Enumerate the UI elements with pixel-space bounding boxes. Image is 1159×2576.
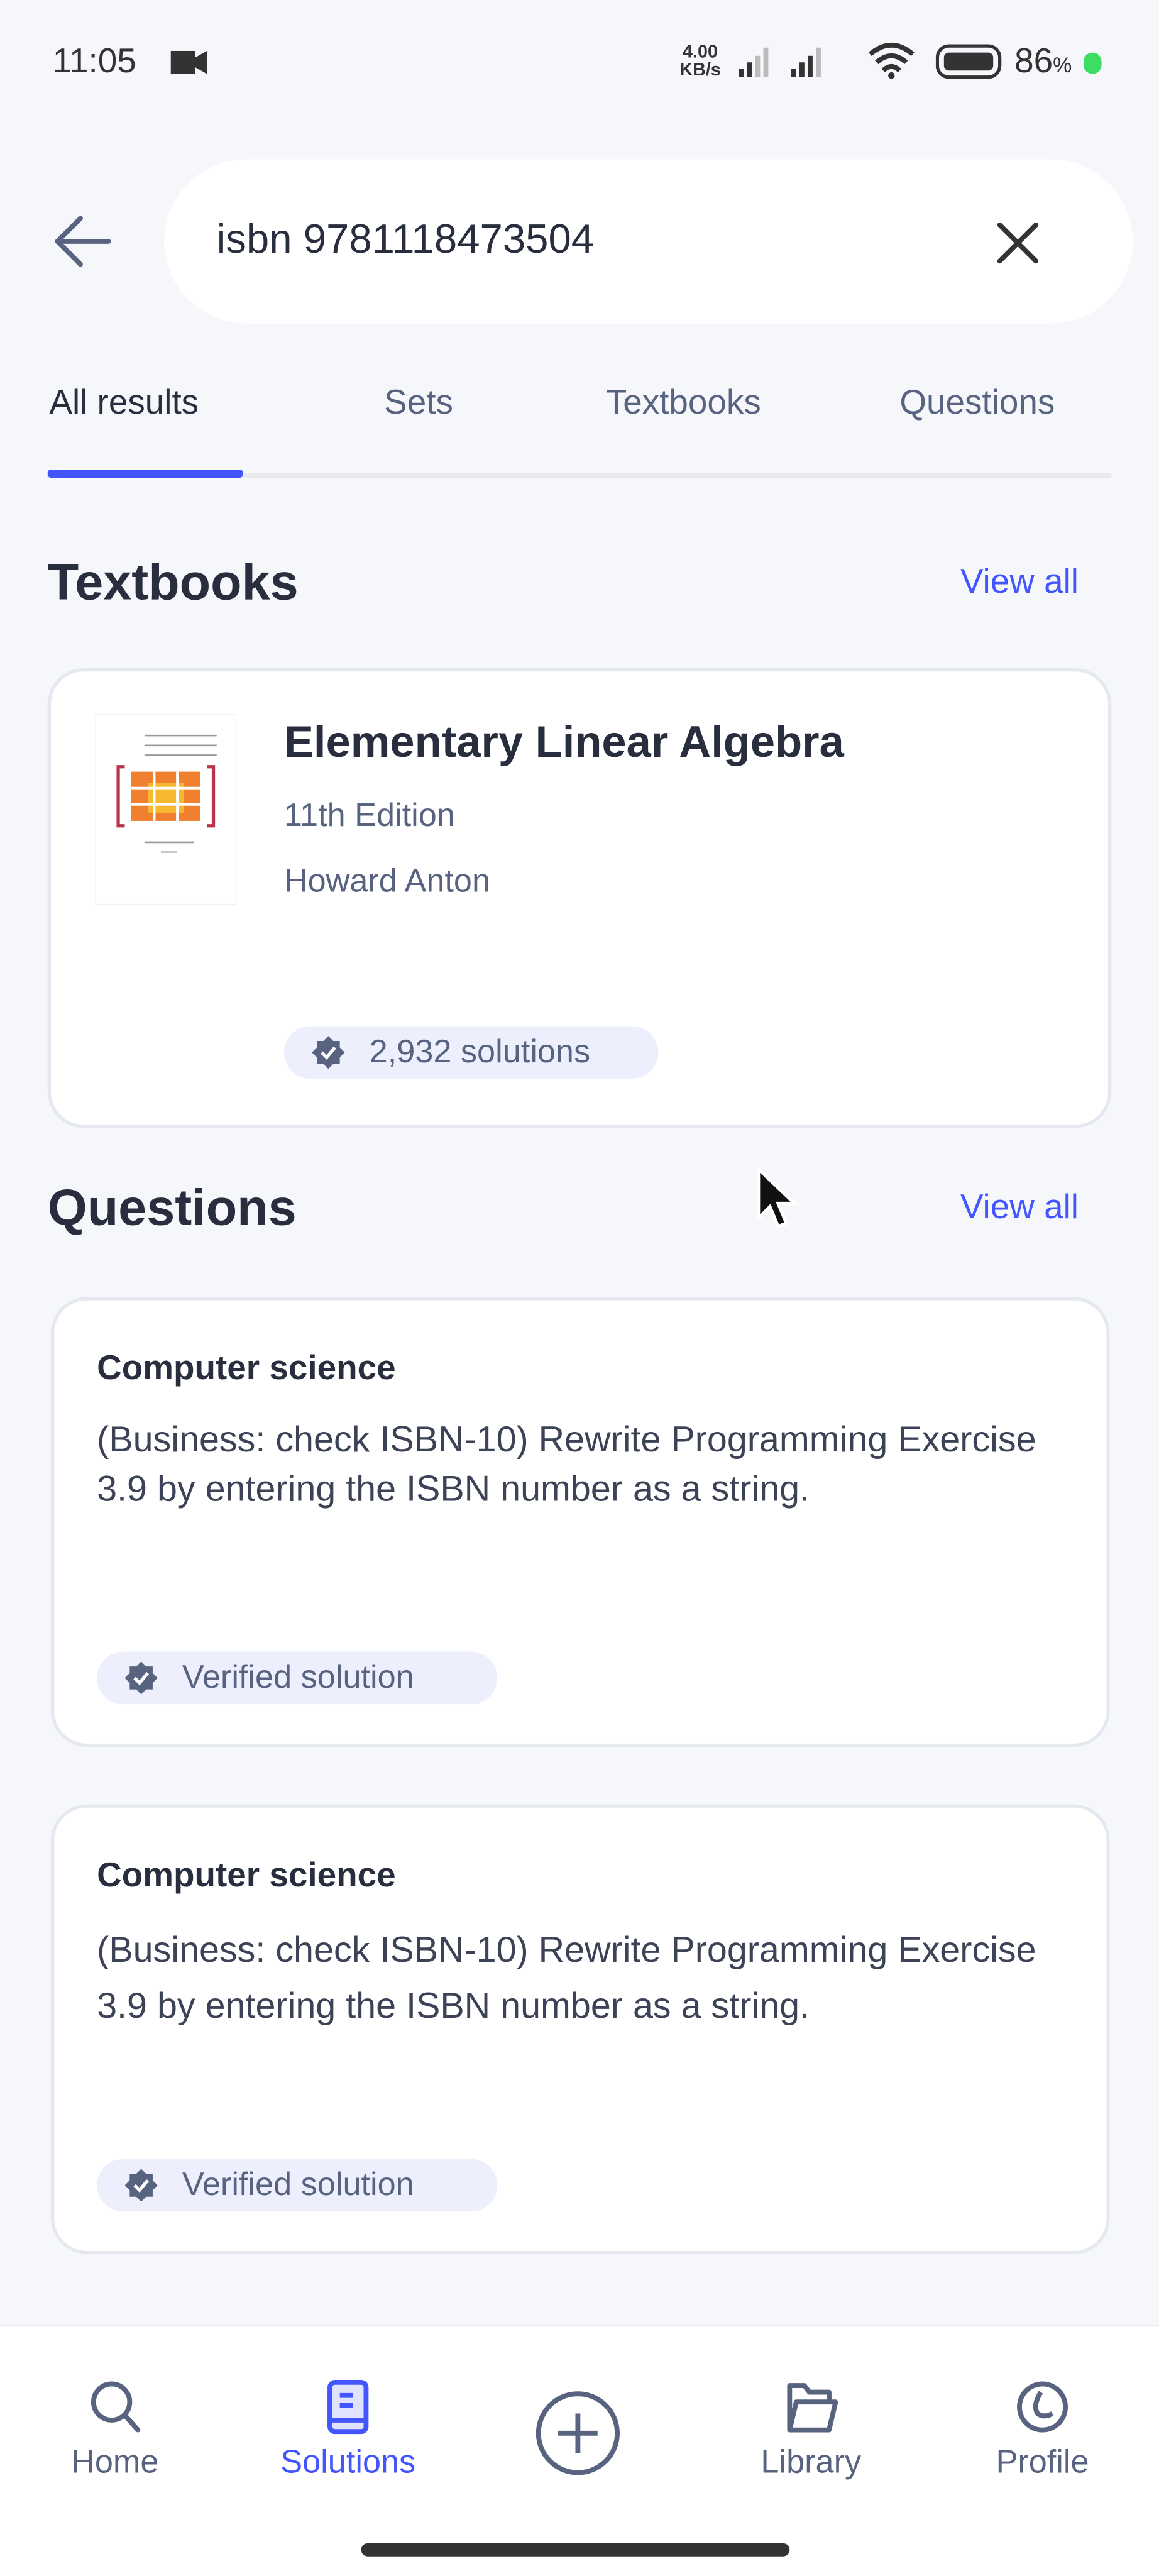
textbooks-view-all[interactable]: View all <box>960 563 1079 603</box>
nav-library-label: Library <box>761 2445 862 2481</box>
signal-icon <box>739 47 821 77</box>
question-card[interactable]: Computer science (Business: check ISBN-1… <box>50 1297 1110 1748</box>
tab-all-results[interactable]: All results <box>49 384 199 424</box>
question-text: (Business: check ISBN-10) Rewrite Progra… <box>97 1929 1036 2027</box>
question-text: (Business: check ISBN-10) Rewrite Progra… <box>97 1418 1036 1509</box>
active-tab-indicator <box>47 470 243 478</box>
profile-icon <box>1017 2381 1068 2433</box>
mouse-cursor-icon <box>757 1165 799 1229</box>
book-icon <box>327 2379 369 2435</box>
folder-icon <box>787 2383 838 2433</box>
home-indicator[interactable] <box>361 2543 790 2557</box>
nav-solutions[interactable]: Solutions <box>250 2379 446 2483</box>
textbook-card[interactable]: Elementary Linear Algebra 11th Edition H… <box>47 668 1112 1128</box>
search-bar <box>164 159 1133 324</box>
search-icon <box>91 2381 141 2433</box>
question-subject: Computer science <box>97 1857 396 1895</box>
nav-solutions-label: Solutions <box>280 2445 416 2481</box>
solutions-count: 2,932 solutions <box>369 1033 591 1070</box>
textbooks-heading: Textbooks <box>47 553 299 611</box>
battery-percent: 86% <box>1014 42 1072 80</box>
nav-home[interactable]: Home <box>16 2379 213 2483</box>
bottom-nav: Home Solutions Library Profile <box>0 2325 1159 2576</box>
close-icon[interactable] <box>995 220 1041 266</box>
arrow-left-icon[interactable] <box>53 214 112 270</box>
verified-label: Verified solution <box>182 2166 414 2203</box>
tab-textbooks[interactable]: Textbooks <box>606 384 761 424</box>
questions-heading: Questions <box>47 1179 297 1236</box>
nav-profile[interactable]: Profile <box>944 2379 1141 2483</box>
textbook-author: Howard Anton <box>283 863 491 900</box>
question-card[interactable]: Computer science (Business: check ISBN-1… <box>50 1804 1110 2255</box>
screen: 11:05 4.00KB/s 86% All results Sets Text… <box>0 0 1159 2576</box>
verified-icon <box>124 2169 158 2202</box>
verified-badge: Verified solution <box>97 1651 498 1705</box>
status-time: 11:05 <box>52 42 136 80</box>
questions-view-all[interactable]: View all <box>960 1189 1079 1228</box>
tab-questions[interactable]: Questions <box>899 384 1055 424</box>
solutions-badge: 2,932 solutions <box>283 1026 659 1079</box>
video-record-icon <box>170 50 207 74</box>
verified-label: Verified solution <box>182 1659 414 1695</box>
tab-sets[interactable]: Sets <box>384 384 453 424</box>
net-speed: 4.00 KB/s <box>679 42 721 80</box>
verified-icon <box>124 1661 158 1695</box>
nav-home-label: Home <box>71 2445 159 2481</box>
textbook-edition: 11th Edition <box>283 798 455 834</box>
plus-circle-icon <box>536 2391 620 2475</box>
nav-library[interactable]: Library <box>713 2379 909 2483</box>
question-subject: Computer science <box>97 1349 396 1388</box>
wifi-icon <box>868 42 915 79</box>
nav-create[interactable] <box>480 2389 676 2487</box>
search-input[interactable] <box>213 205 975 275</box>
nav-profile-label: Profile <box>996 2445 1089 2481</box>
charging-dot <box>1083 52 1102 74</box>
textbook-title: Elementary Linear Algebra <box>283 717 844 767</box>
book-cover-image <box>95 714 237 905</box>
battery-icon <box>935 44 1002 79</box>
verified-badge: Verified solution <box>97 2159 498 2212</box>
verified-icon <box>312 1036 345 1069</box>
